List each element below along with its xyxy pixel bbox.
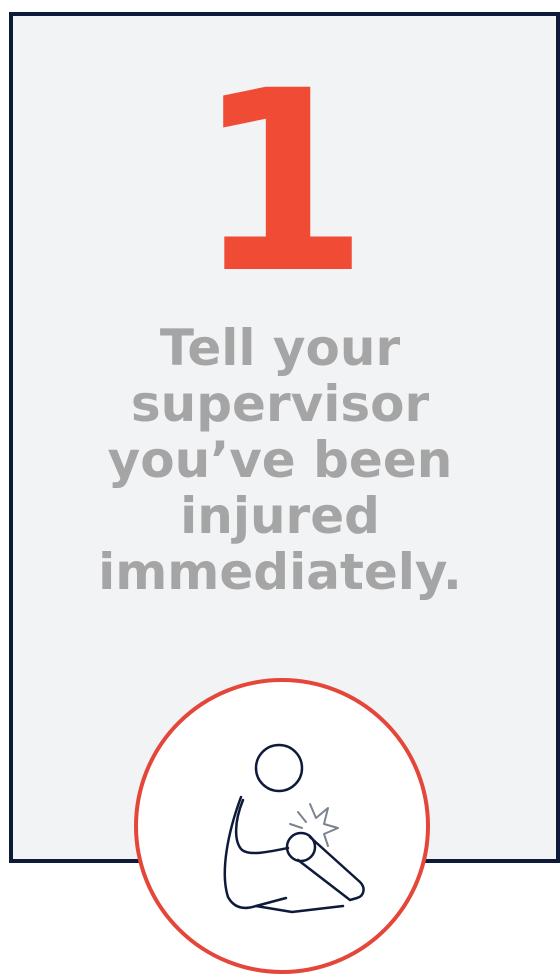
step-number: 1 [195,37,369,328]
person-head [254,743,304,793]
step-card-stage: 1 Tell your supervisor you’ve been injur… [0,0,560,980]
icon-circle [134,678,430,974]
step-instruction: Tell your supervisor you’ve been injured… [98,319,462,601]
person-thigh [254,904,345,914]
injured-person-icon [223,743,365,914]
person-leg [296,835,365,902]
person-arm [234,798,290,855]
